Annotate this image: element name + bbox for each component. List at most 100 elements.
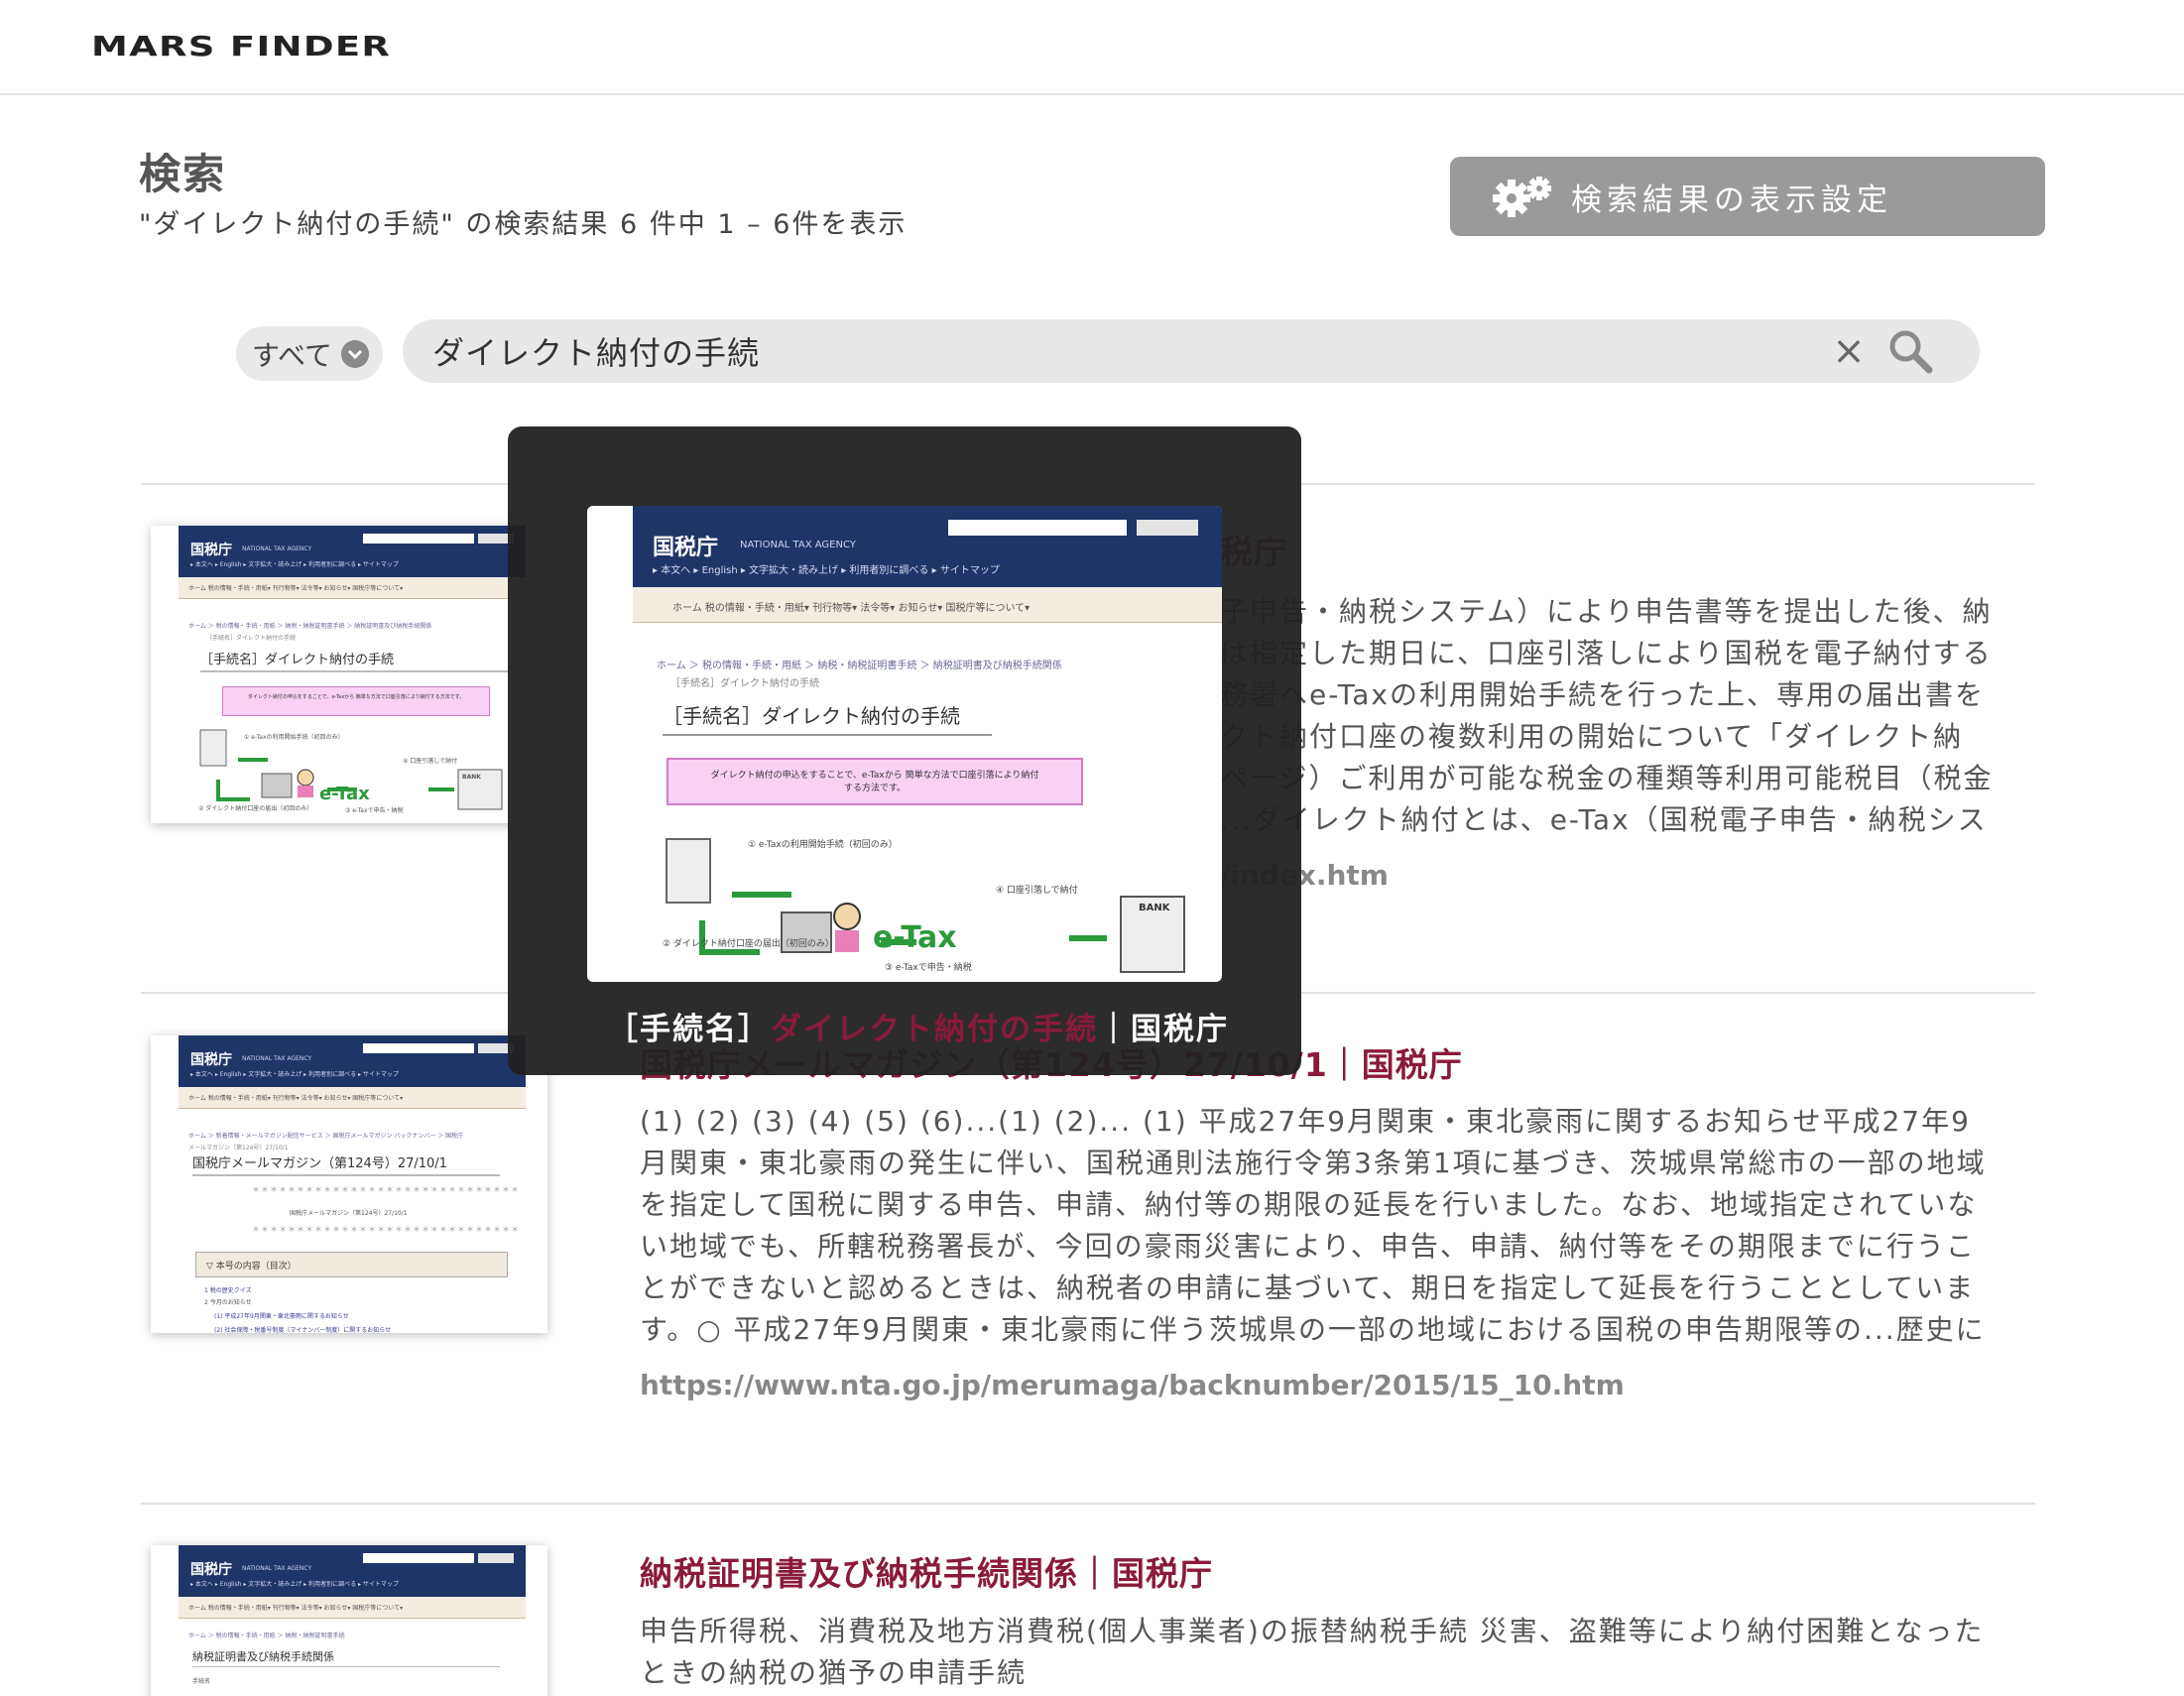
result-divider (141, 1503, 2035, 1505)
thumb-site-name: 国税庁 (190, 1562, 232, 1578)
thumb-site-en: NATIONAL TAX AGENCY (242, 1565, 312, 1572)
thumb-breadcrumb: ホーム ＞ 税の情報・手続・用紙 ＞ 納税・納税証明書手続 ＞ 納税証明書及び納… (188, 623, 432, 630)
preview-etax-label: e-Tax (873, 920, 957, 955)
thumb-menu: ホーム 税の情報・手続・用紙▾ 刊行物等▾ 法令等▾ お知らせ▾ 国税庁等につい… (179, 1087, 526, 1109)
thumb-menu: ホーム 税の情報・手続・用紙▾ 刊行物等▾ 法令等▾ お知らせ▾ 国税庁等につい… (179, 1597, 526, 1619)
preview-site-en: NATIONAL TAX AGENCY (740, 540, 856, 550)
thumb-breadcrumb: ホーム ＞ 税の情報・手続・用紙 ＞ 納税・納税証明書手続 (188, 1633, 345, 1639)
snippet-line: とができないと認めるときは、納税者の申請に基づいて、期日を指定して延長を行うこと… (640, 1272, 1976, 1304)
preview-step2: ② ダイレクト納付口座の届出（初回のみ） (663, 939, 834, 949)
preview-step4: ④ 口座引落しで納付 (996, 886, 1078, 896)
thumb-rule (200, 670, 508, 672)
thumb-site-header: 国税庁 NATIONAL TAX AGENCY ▸ 本文へ ▸ English … (179, 526, 526, 577)
display-settings-label: 検索結果の表示設定 (1571, 182, 1892, 218)
thumb-breadcrumb: ホーム ＞ 新着情報・メールマガジン配信サービス ＞ 国税庁メールマガジン バッ… (188, 1133, 464, 1140)
preview-search-field (948, 520, 1127, 536)
top-bar: MARS FINDER (0, 0, 2184, 95)
thumb-search-button (478, 1553, 514, 1563)
site-logo[interactable]: MARS FINDER (91, 30, 391, 62)
preview-caption-suffix: ｜国税庁 (1098, 1012, 1229, 1047)
snippet-line: ページ）ご利用が可能な税金の種類等利用可能税目（税金 (1220, 762, 1994, 794)
thumb-stars: ＊＊＊＊＊＊＊＊＊＊＊＊＊＊＊＊＊＊＊＊＊＊＊＊＊＊＊＊＊＊ (252, 1225, 520, 1234)
thumb-step3: ③ e-Taxで申告・納税 (345, 807, 404, 814)
gears-icon (1493, 177, 1551, 217)
thumb-site-en: NATIONAL TAX AGENCY (242, 545, 312, 552)
thumb-toc-line: 1 税の歴史クイズ (204, 1287, 252, 1294)
thumb-stars: ＊＊＊＊＊＊＊＊＊＊＊＊＊＊＊＊＊＊＊＊＊＊＊＊＊＊＊＊＊＊ (252, 1185, 520, 1194)
thumb-site-name: 国税庁 (190, 543, 232, 558)
preview-pink-banner: ダイレクト納付の申込をすることで、e-Taxから 簡単な方法で口座引落により納付… (667, 758, 1083, 805)
thumb-heading: 国税庁メールマガジン（第124号）27/10/1 (192, 1156, 447, 1171)
thumb-subheading: 手続名 (192, 1678, 211, 1685)
result-snippet: 申告所得税、消費税及地方消費税(個人事業者)の振替納税手続 災害、盗難等により納… (640, 1611, 2038, 1694)
snippet-line: 申告所得税、消費税及地方消費税(個人事業者)の振替納税手続 災害、盗難等により納… (640, 1615, 1985, 1647)
snippet-line: 務署へe-Taxの利用開始手続を行った上、専用の届出書を (1220, 678, 1985, 711)
thumb-step4: ④ 口座引落しで納付 (403, 758, 458, 765)
preview-step3: ③ e-Taxで申告・納税 (885, 963, 972, 973)
preview-caption-highlight: ダイレクト納付の手続 (771, 1012, 1098, 1047)
thumb-breadcrumb-sub: メールマガジン（第124号）27/10/1 (188, 1145, 289, 1151)
preview-breadcrumb-sub: ［手続名］ダイレクト納付の手続 (670, 678, 819, 689)
result-thumbnail[interactable]: 国税庁 NATIONAL TAX AGENCY ▸ 本文へ ▸ English … (151, 1545, 547, 1696)
preview-breadcrumb: ホーム ＞ 税の情報・手続・用紙 ＞ 納税・納税証明書手続 ＞ 納税証明書及び納… (657, 661, 1062, 671)
thumb-menu: ホーム 税の情報・手続・用紙▾ 刊行物等▾ 法令等▾ お知らせ▾ 国税庁等につい… (179, 577, 526, 599)
snippet-line: ...ダイレクト納付とは、e-Tax（国税電子申告・納税シス (1220, 803, 1988, 836)
display-settings-button[interactable]: 検索結果の表示設定 (1450, 157, 2045, 236)
thumb-site-name: 国税庁 (190, 1052, 232, 1068)
snippet-line: クト納付口座の複数利用の開始について「ダイレクト納 (1220, 720, 1964, 753)
scope-select[interactable]: すべて (236, 326, 383, 381)
clear-icon[interactable]: × (1831, 331, 1867, 371)
preview-nav: ▸ 本文へ ▸ English ▸ 文字拡大・読み上げ ▸ 利用者別に調べる ▸… (653, 565, 1000, 576)
thumb-nav: ▸ 本文へ ▸ English ▸ 文字拡大・読み上げ ▸ 利用者別に調べる ▸… (190, 561, 399, 568)
snippet-line: (1) (2) (3) (4) (5) (6)...(1) (2)... (1)… (640, 1105, 1971, 1138)
snippet-line: ときの納税の猶予の申請手続 (640, 1656, 1028, 1689)
snippet-line: 子申告・納税システム）により申告書等を提出した後、納 (1220, 595, 1993, 628)
result-title[interactable]: 納税証明書及び納税手続関係｜国税庁 (640, 1547, 1213, 1595)
result-snippet: 子申告・納税システム）により申告書等を提出した後、納 は指定した期日に、口座引落… (1220, 591, 2043, 841)
thumb-toc-line: 2 今月のお知らせ (204, 1299, 252, 1306)
preview-rule (663, 734, 992, 736)
preview-caption[interactable]: ［手続名］ダイレクト納付の手続｜国税庁 (607, 1004, 1229, 1048)
thumb-search-field (363, 1553, 474, 1563)
thumb-site-header: 国税庁 NATIONAL TAX AGENCY ▸ 本文へ ▸ English … (179, 1035, 526, 1087)
thumb-site-header: 国税庁 NATIONAL TAX AGENCY ▸ 本文へ ▸ English … (179, 1545, 526, 1597)
thumb-mid-text: 国税庁メールマガジン（第124号）27/10/1 (290, 1210, 408, 1217)
thumb-etax-label: e-Tax (319, 784, 370, 804)
snippet-line: い地域でも、所轄税務署長が、今回の豪雨災害により、申告、申請、納付等をその期限ま… (640, 1230, 1976, 1263)
thumb-toc-box: ▽ 本号の内容（目次） (195, 1252, 508, 1277)
thumb-rule (192, 1174, 500, 1176)
scope-select-value: すべて (252, 338, 332, 372)
thumb-rule (192, 1666, 500, 1667)
thumb-nav: ▸ 本文へ ▸ English ▸ 文字拡大・読み上げ ▸ 利用者別に調べる ▸… (190, 1581, 399, 1588)
result-thumbnail[interactable]: 国税庁 NATIONAL TAX AGENCY ▸ 本文へ ▸ English … (151, 1035, 547, 1333)
snippet-line: を指定して国税に関する申告、申請、納付等の期限の延長を行いました。なお、地域指定… (640, 1188, 1978, 1221)
chevron-down-icon (341, 340, 369, 368)
preview-image: 国税庁 NATIONAL TAX AGENCY ▸ 本文へ ▸ English … (587, 506, 1222, 982)
snippet-line: 月関東・東北豪雨の発生に伴い、国税通則法施行令第3条第1項に基づき、茨城県常総市… (640, 1147, 1987, 1179)
search-input[interactable] (432, 319, 1821, 383)
thumb-nav: ▸ 本文へ ▸ English ▸ 文字拡大・読み上げ ▸ 利用者別に調べる ▸… (190, 1071, 399, 1078)
thumb-toc-line: (2) 社会保障・税番号制度（マイナンバー制度）に関するお知らせ (214, 1327, 392, 1333)
preview-site-header: 国税庁 NATIONAL TAX AGENCY ▸ 本文へ ▸ English … (633, 506, 1222, 587)
thumb-pink-banner: ダイレクト納付の申込をすることで、e-Taxから 簡単な方法で口座引落により納付… (222, 686, 490, 716)
preview-etax-diagram (666, 838, 1185, 973)
thumbnail-preview-popup[interactable]: 国税庁 NATIONAL TAX AGENCY ▸ 本文へ ▸ English … (508, 426, 1301, 1075)
page-title: 検索 (139, 150, 227, 198)
preview-site-name: 国税庁 (653, 536, 719, 560)
thumb-step2: ② ダイレクト納付口座の届出（初回のみ） (198, 805, 313, 812)
preview-menu: ホーム 税の情報・手続・用紙▾ 刊行物等▾ 法令等▾ お知らせ▾ 国税庁等につい… (633, 587, 1222, 623)
preview-search-button (1137, 520, 1198, 536)
thumb-breadcrumb-sub: ［手続名］ダイレクト納付の手続 (206, 635, 297, 642)
snippet-line: は指定した期日に、口座引落しにより国税を電子納付する (1220, 637, 1993, 669)
thumb-heading: ［手続名］ダイレクト納付の手続 (200, 653, 395, 667)
search-box: × (403, 319, 1980, 383)
result-url[interactable]: https://www.nta.go.jp/merumaga/backnumbe… (640, 1369, 1625, 1401)
thumb-search-field (363, 534, 474, 544)
search-icon[interactable] (1886, 327, 1934, 375)
preview-heading: ［手続名］ダイレクト納付の手続 (663, 704, 960, 728)
thumb-bank-label: BANK (462, 774, 481, 781)
thumb-heading: 納税証明書及び納税手続関係 (192, 1650, 334, 1663)
result-thumbnail[interactable]: 国税庁 NATIONAL TAX AGENCY ▸ 本文へ ▸ English … (151, 526, 547, 823)
thumb-search-field (363, 1043, 474, 1053)
thumb-step1: ① e-Taxの利用開始手続（初回のみ） (244, 734, 344, 741)
